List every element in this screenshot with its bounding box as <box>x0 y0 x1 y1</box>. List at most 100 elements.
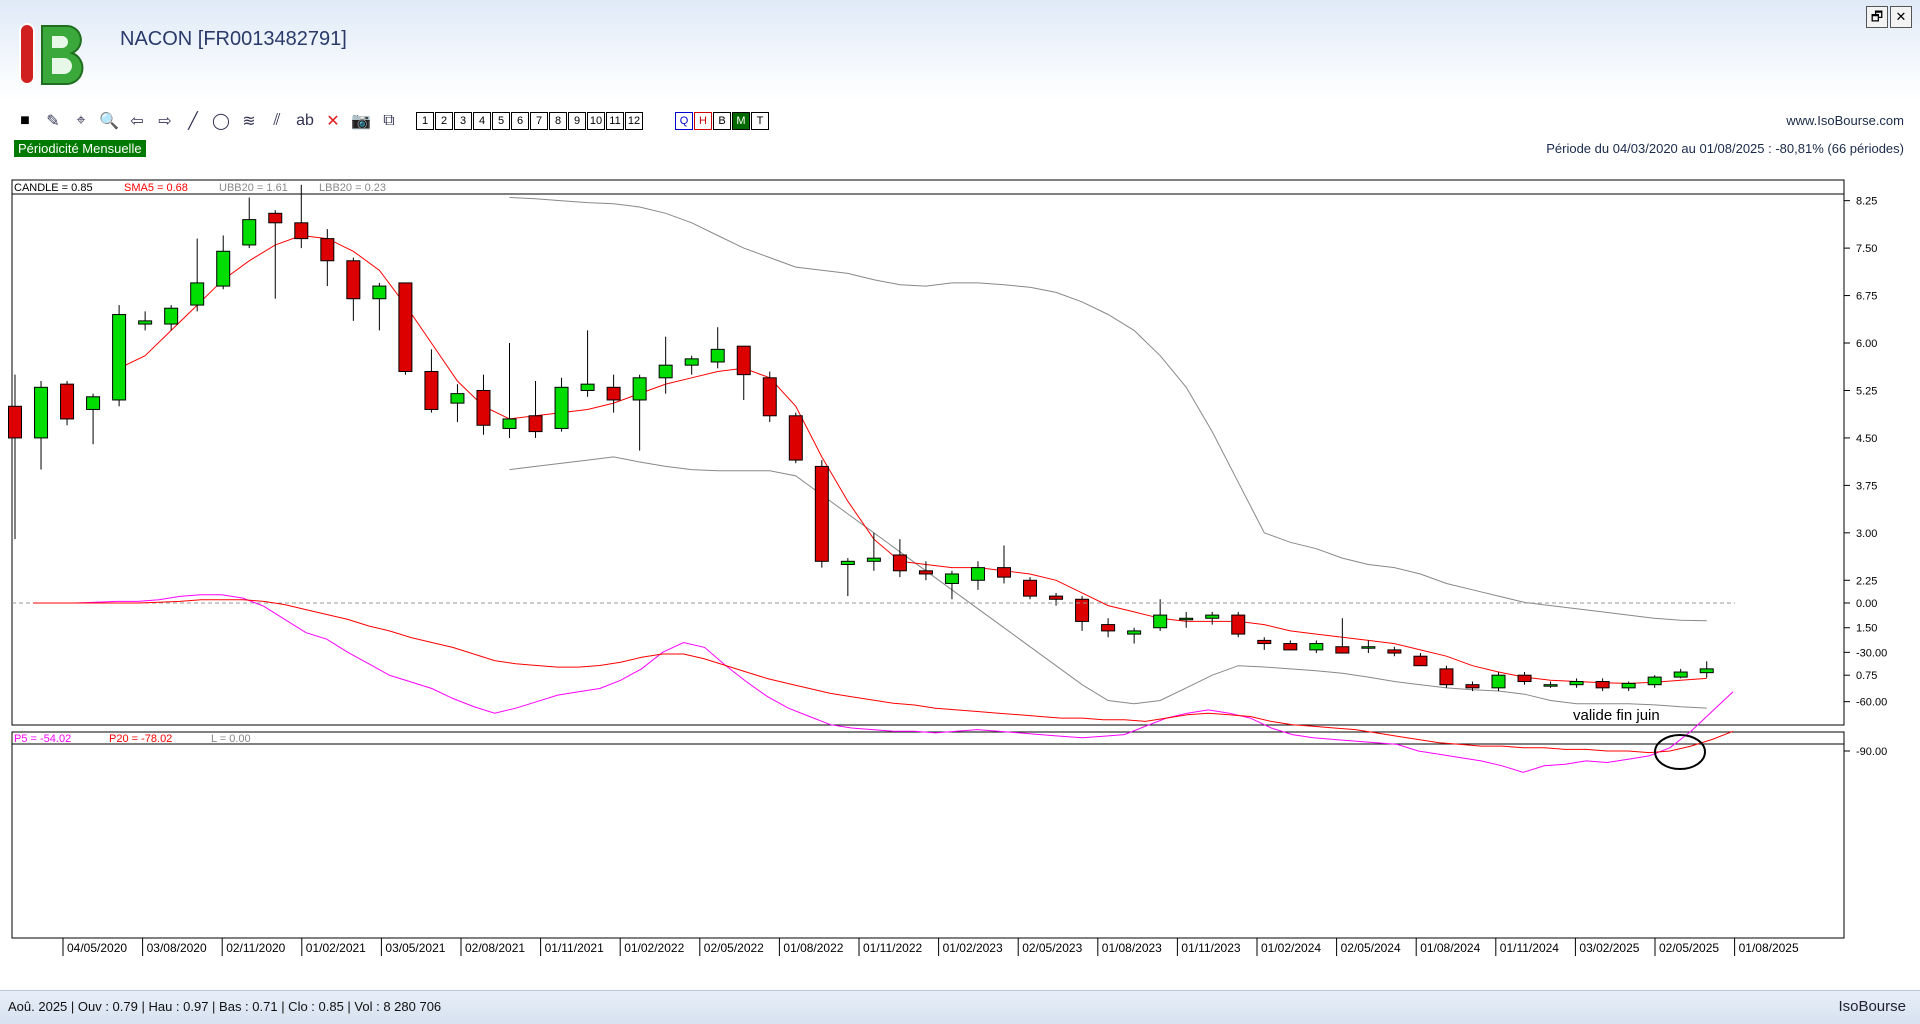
candle-body <box>580 383 595 391</box>
x-tick-label: 02/05/2022 <box>704 941 764 955</box>
candle-body <box>450 393 465 404</box>
period-button-Q[interactable]: Q <box>675 112 693 130</box>
number-button-7[interactable]: 7 <box>530 112 548 130</box>
candle-body <box>1231 614 1246 635</box>
channel-icon[interactable]: ⫽ <box>266 110 288 132</box>
main-panel-frame <box>11 179 1845 726</box>
arrow-left-icon[interactable]: ⇦ <box>126 110 148 132</box>
candle-body <box>1699 668 1714 674</box>
candle-body <box>1335 646 1350 654</box>
candle-body <box>762 377 777 417</box>
page-title: NACON [FR0013482791] <box>120 28 347 50</box>
number-button-8[interactable]: 8 <box>549 112 567 130</box>
x-tick-label: 03/05/2021 <box>385 941 445 955</box>
candle-body <box>684 358 699 366</box>
color-square-icon[interactable]: ■ <box>14 110 36 132</box>
main-ytick-label: 8.25 <box>1856 196 1877 208</box>
candle-body <box>528 415 543 433</box>
number-button-12[interactable]: 12 <box>625 112 643 130</box>
close-icon[interactable]: ✕ <box>1890 6 1912 28</box>
x-tick-label: 01/02/2023 <box>943 941 1003 955</box>
main-ytick-label: 6.75 <box>1856 291 1877 303</box>
number-button-2[interactable]: 2 <box>435 112 453 130</box>
main-ytick-label: 4.50 <box>1856 433 1877 445</box>
x-tick-label: 02/05/2025 <box>1659 941 1719 955</box>
x-tick-label: 01/02/2024 <box>1261 941 1321 955</box>
main-ytick-label: 7.50 <box>1856 243 1877 255</box>
fibonacci-icon[interactable]: ≋ <box>238 110 260 132</box>
circle-tool-icon[interactable]: ◯ <box>210 110 232 132</box>
number-button-6[interactable]: 6 <box>511 112 529 130</box>
sma5-line <box>118 234 1707 684</box>
candle-body <box>86 396 101 410</box>
candle-body <box>502 418 517 429</box>
website-link[interactable]: www.IsoBourse.com <box>1786 113 1904 128</box>
status-bar: Aoû. 2025 | Ouv : 0.79 | Hau : 0.97 | Ba… <box>0 990 1920 1024</box>
candle-body <box>632 377 647 401</box>
arrow-right-icon[interactable]: ⇨ <box>154 110 176 132</box>
number-button-1[interactable]: 1 <box>416 112 434 130</box>
candle-body <box>606 386 621 401</box>
main-ytick-label: 2.25 <box>1856 575 1877 587</box>
candle-body <box>1621 682 1636 689</box>
candle-body <box>34 386 49 439</box>
period-summary: Période du 04/03/2020 au 01/08/2025 : -8… <box>1546 141 1904 156</box>
candle-body <box>554 386 569 429</box>
candle-body <box>346 260 361 300</box>
period-button-B[interactable]: B <box>713 112 731 130</box>
text-tool-icon[interactable]: ab <box>294 110 316 132</box>
number-button-10[interactable]: 10 <box>587 112 605 130</box>
x-tick-label: 04/05/2020 <box>67 941 127 955</box>
candle-body <box>1283 643 1298 651</box>
line-tool-icon[interactable]: ╱ <box>182 110 204 132</box>
oscillator-legend-2: L = 0.00 <box>211 733 251 745</box>
x-tick-label: 03/08/2020 <box>147 941 207 955</box>
number-button-11[interactable]: 11 <box>606 112 624 130</box>
candle-body <box>1023 579 1038 597</box>
candle-body <box>1465 684 1480 689</box>
candle-body <box>1101 624 1116 632</box>
candle-body <box>1595 681 1610 689</box>
crosshair-icon[interactable]: ⌖ <box>70 110 92 132</box>
candle-body <box>1413 655 1428 667</box>
period-button-H[interactable]: H <box>694 112 712 130</box>
candle-body <box>268 212 283 224</box>
oscillator-ytick-label: -90.00 <box>1856 746 1887 758</box>
candle-body <box>1205 614 1220 619</box>
delete-icon[interactable]: ✕ <box>322 110 344 132</box>
zoom-icon[interactable]: 🔍 <box>98 110 120 132</box>
camera-icon[interactable]: 📷 <box>350 110 372 132</box>
main-legend-1: SMA5 = 0.68 <box>124 182 188 194</box>
candle-body <box>892 554 907 572</box>
candle-body <box>1439 668 1454 686</box>
number-button-9[interactable]: 9 <box>568 112 586 130</box>
x-tick-label: 02/08/2021 <box>465 941 525 955</box>
price-chart[interactable]: CANDLE = 0.85 SMA5 = 0.68 UBB20 = 1.61 LBB2… <box>0 160 1920 990</box>
number-button-4[interactable]: 4 <box>473 112 491 130</box>
restore-icon[interactable]: 🗗 <box>1866 6 1888 28</box>
candle-body <box>710 348 725 363</box>
candle-body <box>944 573 959 584</box>
toolbar: ■ ✎ ⌖ 🔍 ⇦ ⇨ ╱ ◯ ≋ ⫽ ab ✕ 📷 ⧉ 1 2 3 4 5 6 7 8 9 10 11 12 QHBMT <box>14 110 769 132</box>
x-tick-label: 01/11/2024 <box>1500 941 1559 955</box>
draw-tool-icon[interactable]: ✎ <box>42 110 64 132</box>
lower-bollinger-line <box>509 456 1707 709</box>
candle-body <box>1517 674 1532 683</box>
candle-body <box>242 219 257 246</box>
period-buttons: QHBMT <box>675 112 769 130</box>
x-tick-label: 01/02/2022 <box>624 941 684 955</box>
candle-body <box>476 389 491 426</box>
x-tick-label: 01/11/2021 <box>545 941 604 955</box>
main-ytick-label: 1.50 <box>1856 623 1877 635</box>
number-button-3[interactable]: 3 <box>454 112 472 130</box>
period-button-M[interactable]: M <box>732 112 750 130</box>
candle-body <box>1491 674 1506 689</box>
oscillator-ytick-label: 0.00 <box>1856 598 1877 610</box>
main-ytick-label: 3.00 <box>1856 528 1877 540</box>
hierarchy-icon[interactable]: ⧉ <box>378 110 400 132</box>
annotation-text: valide fin juin <box>1573 707 1660 724</box>
period-button-T[interactable]: T <box>751 112 769 130</box>
number-button-5[interactable]: 5 <box>492 112 510 130</box>
candle-body <box>1361 646 1376 649</box>
candle-body <box>320 238 335 262</box>
